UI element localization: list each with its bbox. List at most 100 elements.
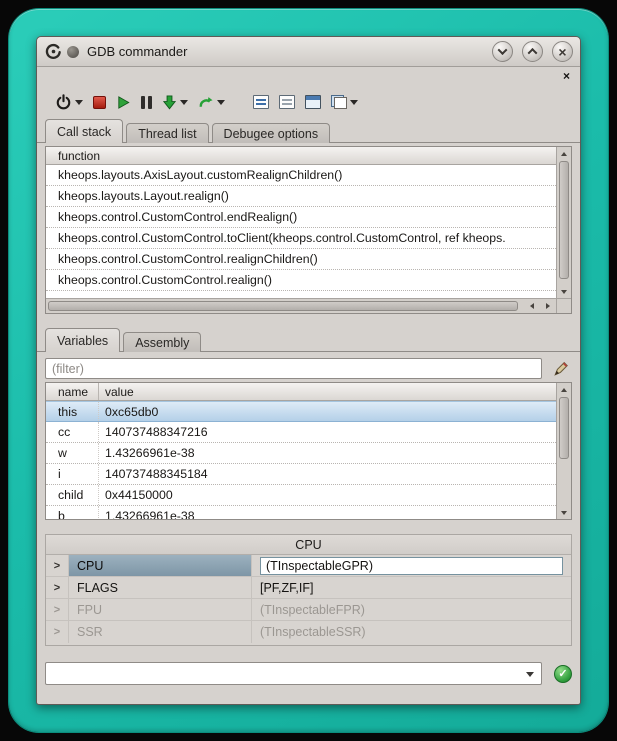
scroll-right-icon xyxy=(546,303,550,309)
command-input[interactable] xyxy=(46,663,541,684)
cpu-row[interactable]: > FLAGS [PF,ZF,IF] xyxy=(46,577,571,599)
close-icon: × xyxy=(558,45,566,59)
variables-row[interactable]: b 1.43266961e-38 xyxy=(46,506,556,519)
command-row: ✓ xyxy=(45,662,572,685)
pause-icon xyxy=(141,96,152,109)
variable-value: 0x44150000 xyxy=(99,485,556,505)
variable-name: child xyxy=(46,485,99,505)
maximize-button[interactable] xyxy=(522,41,543,62)
scrollbar-thumb[interactable] xyxy=(48,301,518,311)
tab-call-stack[interactable]: Call stack xyxy=(45,119,123,143)
scroll-up-button[interactable] xyxy=(557,383,571,396)
variables-row[interactable]: cc 140737488347216 xyxy=(46,422,556,443)
power-button[interactable] xyxy=(50,94,88,111)
variable-value: 140737488345184 xyxy=(99,464,556,484)
callstack-horizontal-scrollbar[interactable] xyxy=(46,298,556,313)
titlebar[interactable]: GDB commander × xyxy=(37,37,580,67)
expand-arrow-icon[interactable]: > xyxy=(46,599,68,620)
stop-button[interactable] xyxy=(88,96,111,109)
function-column-header[interactable]: function xyxy=(46,147,556,165)
pen-icon xyxy=(553,361,569,377)
tab-assembly[interactable]: Assembly xyxy=(123,332,201,352)
stop-icon xyxy=(93,96,106,109)
tab-debugee-options[interactable]: Debugee options xyxy=(212,123,331,143)
close-button[interactable]: × xyxy=(552,41,573,62)
check-icon: ✓ xyxy=(558,667,567,680)
tab-variables[interactable]: Variables xyxy=(45,328,120,352)
terminal-button[interactable] xyxy=(300,95,326,109)
callstack-row[interactable]: kheops.control.CustomControl.endRealign(… xyxy=(46,207,556,228)
variables-header: name value xyxy=(46,383,556,401)
scrollbar-thumb[interactable] xyxy=(559,397,569,459)
variables-row[interactable]: i 140737488345184 xyxy=(46,464,556,485)
cpu-register-value: (TInspectableFPR) xyxy=(252,599,571,620)
variables-panel: name value this 0xc65db0 cc 140737488347… xyxy=(45,382,572,520)
cpu-register-value-cell: (TInspectableGPR) xyxy=(252,555,571,576)
step-into-button[interactable] xyxy=(157,95,193,110)
step-over-icon xyxy=(198,95,214,110)
chevron-down-icon xyxy=(498,45,508,55)
combobox-dropdown-icon[interactable] xyxy=(526,672,534,677)
expand-arrow-icon[interactable]: > xyxy=(46,555,68,576)
callstack-row[interactable]: kheops.layouts.Layout.realign() xyxy=(46,186,556,207)
play-icon xyxy=(116,95,131,110)
pause-button[interactable] xyxy=(136,96,157,109)
variable-name: w xyxy=(46,443,99,463)
dock-close-icon[interactable]: × xyxy=(563,70,570,82)
callstack-row[interactable]: kheops.control.CustomControl.realign() xyxy=(46,270,556,291)
scroll-down-icon xyxy=(561,290,567,294)
scroll-up-button[interactable] xyxy=(557,147,571,160)
scroll-right-button[interactable] xyxy=(540,299,556,313)
cpu-row[interactable]: > CPU (TInspectableGPR) xyxy=(46,555,571,577)
cpu-panel-header[interactable]: CPU xyxy=(46,535,571,555)
dropdown-caret-icon xyxy=(217,100,225,105)
dropdown-caret-icon xyxy=(75,100,83,105)
variables-row[interactable]: this 0xc65db0 xyxy=(46,401,556,422)
send-command-button[interactable]: ✓ xyxy=(554,665,572,683)
dock-header: × xyxy=(37,67,580,85)
callstack-row[interactable]: kheops.control.CustomControl.toClient(kh… xyxy=(46,228,556,249)
cpu-row[interactable]: > FPU (TInspectableFPR) xyxy=(46,599,571,621)
messages-button[interactable] xyxy=(248,95,274,109)
value-column-header[interactable]: value xyxy=(99,383,556,400)
expand-arrow-icon[interactable]: > xyxy=(46,621,68,643)
variables-row[interactable]: w 1.43266961e-38 xyxy=(46,443,556,464)
gdb-command-combobox[interactable] xyxy=(45,662,542,685)
windows-icon xyxy=(331,95,347,109)
filter-row xyxy=(45,358,572,379)
shade-button[interactable] xyxy=(492,41,513,62)
cpu-value-field[interactable]: (TInspectableGPR) xyxy=(260,557,563,575)
scroll-down-button[interactable] xyxy=(557,506,571,519)
app-badge-icon xyxy=(67,46,79,58)
variable-value: 140737488347216 xyxy=(99,422,556,442)
filter-options-button[interactable] xyxy=(550,358,572,379)
callstack-vertical-scrollbar[interactable] xyxy=(556,147,571,298)
scroll-down-button[interactable] xyxy=(557,285,571,298)
run-button[interactable] xyxy=(111,95,136,110)
debug-toolbar xyxy=(37,85,580,119)
filter-input[interactable] xyxy=(45,358,542,379)
variable-name: cc xyxy=(46,422,99,442)
variable-name: b xyxy=(46,506,99,519)
name-column-header[interactable]: name xyxy=(46,383,99,400)
expand-arrow-icon[interactable]: > xyxy=(46,577,68,598)
tab-thread-list[interactable]: Thread list xyxy=(126,123,208,143)
cpu-register-name: FPU xyxy=(68,599,252,620)
cpu-register-name: FLAGS xyxy=(68,577,252,598)
top-tabbar: Call stack Thread list Debugee options xyxy=(37,119,580,143)
step-over-button[interactable] xyxy=(193,95,230,110)
windows-button[interactable] xyxy=(326,95,363,109)
window-title: GDB commander xyxy=(87,44,187,59)
variables-vertical-scrollbar[interactable] xyxy=(556,383,571,519)
scroll-up-icon xyxy=(561,152,567,156)
callstack-row[interactable]: kheops.control.CustomControl.realignChil… xyxy=(46,249,556,270)
cpu-row[interactable]: > SSR (TInspectableSSR) xyxy=(46,621,571,643)
callstack-row[interactable]: kheops.layouts.AxisLayout.customRealignC… xyxy=(46,165,556,186)
splitter[interactable] xyxy=(37,314,580,328)
variables-row[interactable]: child 0x44150000 xyxy=(46,485,556,506)
scrollbar-thumb[interactable] xyxy=(559,161,569,279)
source-list-button[interactable] xyxy=(274,95,300,109)
power-icon xyxy=(55,94,72,111)
scroll-left-button[interactable] xyxy=(524,299,540,313)
scrollbar-corner xyxy=(556,298,571,313)
